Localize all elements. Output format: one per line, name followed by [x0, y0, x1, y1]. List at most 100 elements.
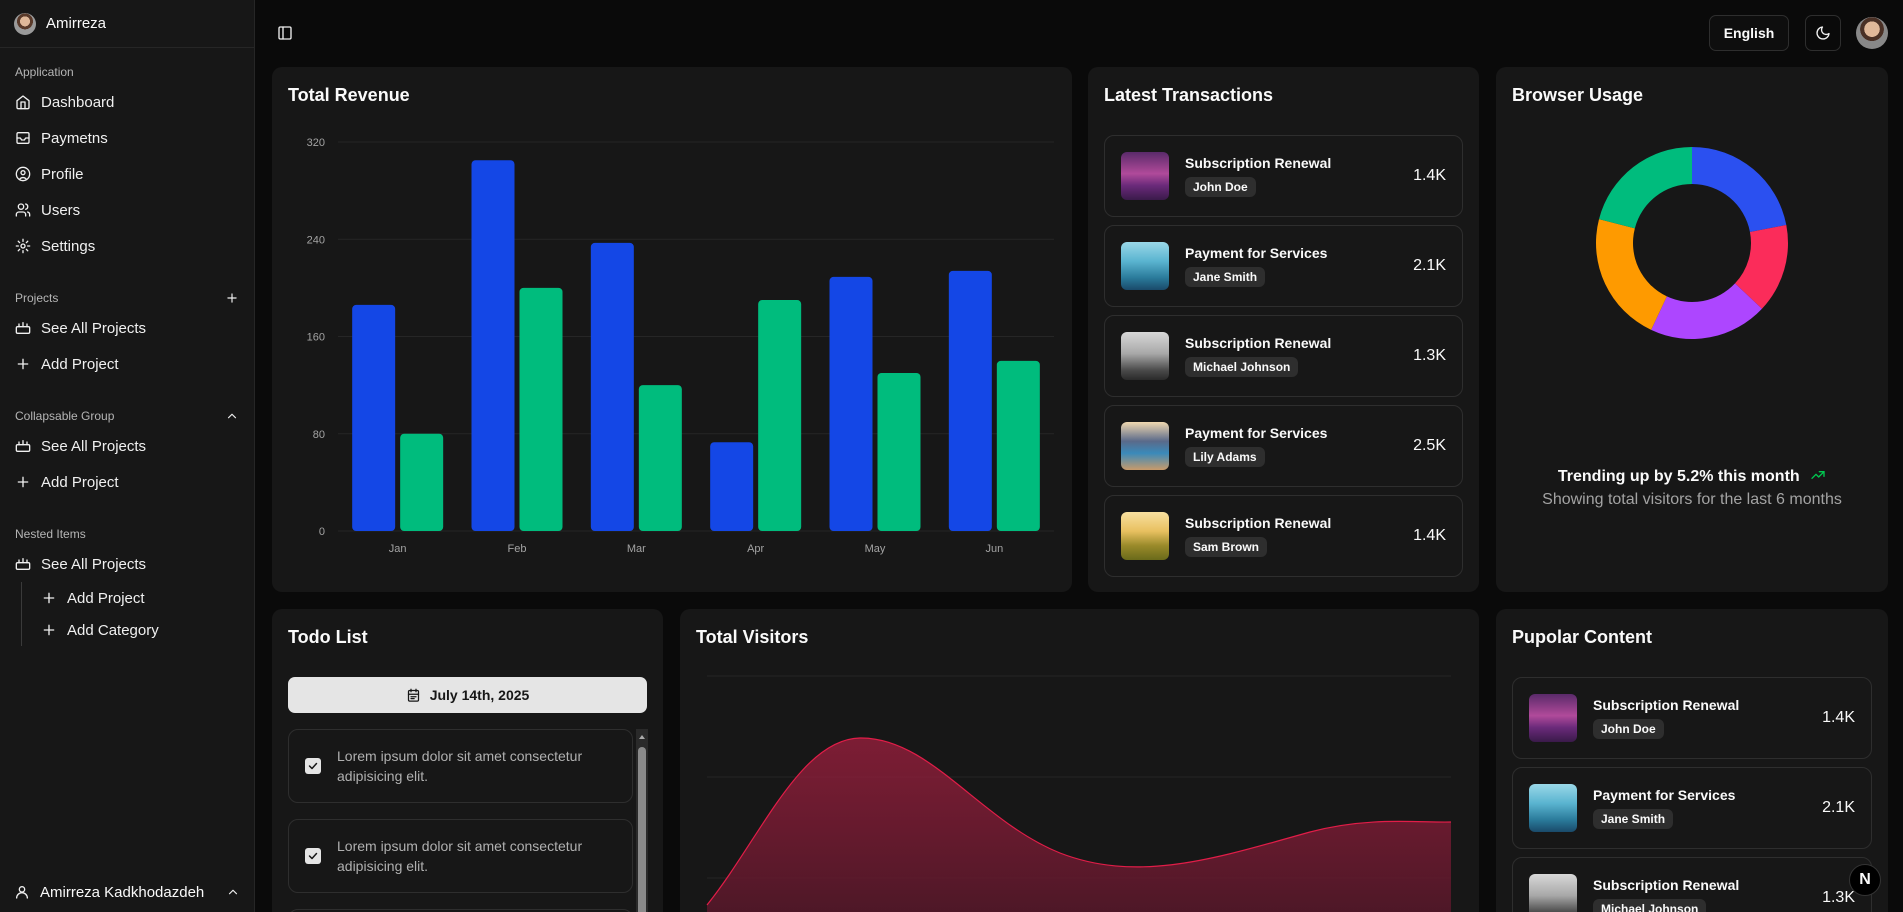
popular-amount: 2.1K: [1822, 799, 1855, 816]
transaction-name-badge: Michael Johnson: [1185, 357, 1299, 377]
sidebar-item-settings[interactable]: Settings: [0, 228, 254, 264]
plus-icon: [17, 476, 29, 488]
projects-icon: [15, 322, 31, 334]
transactions-card: Latest Transactions Subscription Renewal…: [1088, 67, 1479, 592]
sidebar-item-label: Paymetns: [41, 129, 108, 147]
transaction-amount: 2.5K: [1413, 437, 1446, 454]
bar: [519, 287, 563, 531]
x-tick-label: Mar: [627, 543, 646, 555]
badge-letter: N: [1859, 871, 1871, 888]
transaction-amount: 1.4K: [1413, 167, 1446, 184]
transaction-item[interactable]: Subscription Renewal Michael Johnson 1.3K: [1104, 315, 1463, 397]
y-tick-label: 320: [307, 137, 325, 149]
revenue-card: Total Revenue 0 80 160 240 320 Jan Feb Mar Apr Ma…: [272, 67, 1072, 592]
sidebar-item-add-category[interactable]: Add Category: [25, 614, 254, 646]
sidebar-item-label: See All Projects: [41, 437, 147, 455]
sidebar-item-users[interactable]: Users: [0, 192, 254, 228]
transaction-amount: 1.4K: [1413, 527, 1446, 544]
avatar: [14, 12, 36, 35]
sidebar-item-add-project[interactable]: Add Project: [0, 346, 254, 382]
bar: [352, 304, 396, 531]
card-title: Todo List: [288, 627, 368, 647]
theme-toggle-button[interactable]: [1805, 15, 1841, 51]
trending-up-icon: [1811, 471, 1825, 479]
y-tick-label: 80: [313, 429, 325, 441]
sidebar-footer-user[interactable]: Amirreza Kadkhodazdeh: [0, 872, 254, 912]
sidebar-item-dashboard[interactable]: Dashboard: [0, 84, 254, 120]
todo-item[interactable]: Lorem ipsum dolor sit amet consectetur a…: [288, 729, 633, 803]
language-button[interactable]: English: [1709, 15, 1789, 51]
scrollbar-thumb[interactable]: [638, 747, 646, 912]
sidebar-user-name: Amirreza: [46, 15, 107, 32]
trend-subtitle: Showing total visitors for the last 6 mo…: [1542, 491, 1842, 508]
thumbnail-image: [1121, 152, 1169, 200]
plus-icon[interactable]: [225, 291, 239, 305]
transaction-name-badge: Sam Brown: [1185, 537, 1268, 557]
thumbnail-image: [1121, 512, 1169, 560]
transaction-amount: 2.1K: [1413, 257, 1446, 274]
donut-slice: [1599, 147, 1692, 229]
sidebar-item-label: See All Projects: [41, 555, 147, 573]
group-label-nested: Nested Items: [0, 522, 254, 546]
nested-submenu: Add Project Add Category: [21, 582, 254, 646]
group-label-text: Application: [15, 65, 74, 79]
plus-icon: [43, 592, 55, 604]
sidebar-item-see-all-projects[interactable]: See All Projects: [0, 546, 254, 582]
sidebar-item-payments[interactable]: Paymetns: [0, 120, 254, 156]
date-picker-button[interactable]: July 14th, 2025: [288, 677, 647, 713]
popular-item[interactable]: Subscription Renewal John Doe 1.4K: [1512, 677, 1872, 759]
sidebar-item-label: Add Category: [67, 621, 159, 639]
todo-item[interactable]: Lorem ipsum dolor sit amet consectetur a…: [288, 819, 633, 893]
group-label-collapsable[interactable]: Collapsable Group: [0, 404, 254, 428]
sidebar-item-label: Add Project: [41, 355, 119, 373]
browser-usage-card: Browser Usage Trending up by 5.2% this m…: [1496, 67, 1888, 592]
browser-donut-chart: [1596, 147, 1788, 339]
next-dev-badge[interactable]: N: [1849, 864, 1881, 896]
sidebar-item-label: Add Project: [67, 589, 145, 607]
popular-item[interactable]: Subscription Renewal Michael Johnson 1.3K: [1512, 857, 1872, 912]
transaction-item[interactable]: Payment for Services Lily Adams 2.5K: [1104, 405, 1463, 487]
transaction-name-badge: Jane Smith: [1185, 267, 1266, 287]
sidebar-item-profile[interactable]: Profile: [0, 156, 254, 192]
sidebar-item-see-all-projects[interactable]: See All Projects: [0, 310, 254, 346]
bar: [638, 385, 682, 531]
moon-icon: [1816, 26, 1830, 40]
todo-text: Lorem ipsum dolor sit amet consectetur a…: [337, 838, 583, 874]
y-tick-label: 240: [307, 234, 325, 246]
sidebar-item-add-project[interactable]: Add Project: [25, 582, 254, 614]
todo-checkbox[interactable]: [305, 758, 321, 774]
language-label: English: [1723, 25, 1775, 41]
check-icon: [308, 852, 318, 860]
bar: [877, 372, 921, 531]
visitors-card: Total Visitors: [680, 609, 1479, 912]
bar: [710, 442, 754, 531]
bar: [948, 270, 992, 531]
bar: [471, 160, 515, 531]
popular-item[interactable]: Payment for Services Jane Smith 2.1K: [1512, 767, 1872, 849]
sidebar-item-label: Add Project: [41, 473, 119, 491]
transaction-item[interactable]: Payment for Services Jane Smith 2.1K: [1104, 225, 1463, 307]
bar: [400, 433, 444, 531]
thumbnail-image: [1529, 874, 1577, 912]
group-label-text: Nested Items: [15, 527, 86, 541]
todo-checkbox[interactable]: [305, 848, 321, 864]
sidebar-item-add-project[interactable]: Add Project: [0, 464, 254, 500]
transaction-name-badge: Lily Adams: [1185, 447, 1265, 467]
todo-scrollbar[interactable]: [636, 729, 648, 912]
chevron-up-icon: [227, 413, 237, 419]
user-circle-icon: [15, 166, 31, 182]
sidebar-item-see-all-projects[interactable]: See All Projects: [0, 428, 254, 464]
scroll-up-arrow-icon: [639, 735, 645, 739]
gear-icon: [15, 238, 31, 254]
plus-icon: [43, 624, 55, 636]
group-label-text: Projects: [15, 291, 59, 305]
projects-icon: [15, 440, 31, 452]
transaction-item[interactable]: Subscription Renewal Sam Brown 1.4K: [1104, 495, 1463, 577]
user-avatar-button[interactable]: [1856, 17, 1888, 49]
sidebar-item-label: Dashboard: [41, 93, 115, 111]
thumbnail-image: [1121, 242, 1169, 290]
sidebar-toggle-button[interactable]: [274, 22, 296, 44]
transaction-item[interactable]: Subscription Renewal John Doe 1.4K: [1104, 135, 1463, 217]
thumbnail-image: [1121, 332, 1169, 380]
sidebar-header[interactable]: Amirreza: [0, 0, 254, 48]
